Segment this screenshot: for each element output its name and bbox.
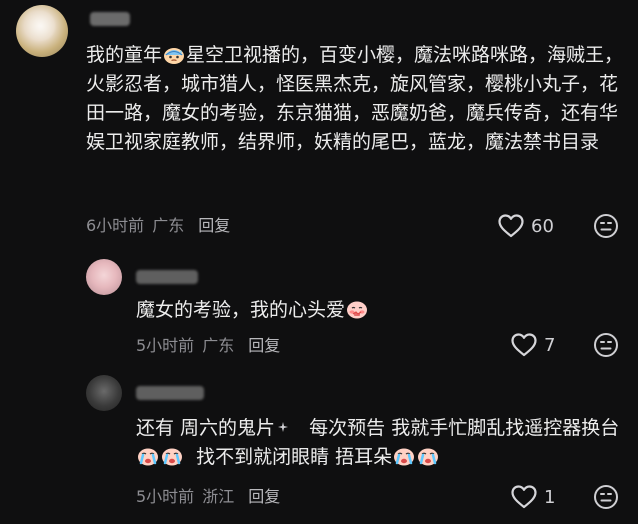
sweat-face-emoji [163, 44, 185, 64]
like-button[interactable]: 1 [510, 484, 555, 510]
dislike-button[interactable] [593, 332, 619, 358]
avatar[interactable] [86, 375, 122, 411]
sparkle-icon [277, 421, 289, 433]
comment-meta: 5小时前 浙江 回复 [136, 487, 280, 507]
like-button[interactable]: 7 [510, 332, 555, 358]
heart-outline-icon [510, 484, 538, 510]
comment-thread: 我的童年 星空卫视播的，百变小樱，魔法咪路咪路，海贼王，火影忍者，城市猎人，怪医… [0, 0, 638, 524]
comment-location: 广东 [202, 336, 235, 355]
like-count: 1 [544, 486, 556, 508]
comment-text: 魔女的考验，我的心头爱 [136, 296, 606, 325]
like-button[interactable]: 60 [497, 213, 554, 239]
comment-text: 还有 周六的鬼片 每次预告 我就手忙脚乱找遥控器换台 找不到就闭眼睛 捂耳朵 [136, 414, 626, 472]
comment-meta: 5小时前 广东 回复 [136, 336, 280, 356]
crying-face-emoji [417, 446, 439, 466]
comment-text-part: 每次预告 我就手忙脚乱找遥控器换台 [309, 417, 620, 439]
reply-button[interactable]: 回复 [198, 216, 230, 235]
username-blurred[interactable] [90, 12, 130, 26]
username-blurred[interactable] [136, 386, 204, 400]
comment-time: 6小时前 [86, 216, 145, 235]
crying-face-emoji [161, 446, 183, 466]
comment-text-part: 找不到就闭眼睛 捂耳朵 [196, 446, 393, 468]
frown-face-icon [593, 332, 619, 358]
reply-button[interactable]: 回复 [248, 336, 280, 355]
comment-text-part: 我的童年 [86, 44, 163, 66]
comment-location: 浙江 [202, 487, 235, 506]
dislike-button[interactable] [593, 484, 619, 510]
like-count: 60 [531, 215, 554, 237]
comment-location: 广东 [152, 216, 185, 235]
username-blurred[interactable] [136, 270, 198, 284]
comment-time: 5小时前 [136, 336, 195, 355]
crying-face-emoji [137, 446, 159, 466]
like-count: 7 [544, 334, 556, 356]
shy-face-emoji [346, 299, 368, 319]
avatar[interactable] [16, 5, 68, 57]
reply-button[interactable]: 回复 [248, 487, 280, 506]
avatar[interactable] [86, 259, 122, 295]
comment-text-part: 还有 周六的鬼片 [136, 417, 276, 439]
crying-face-emoji [393, 446, 415, 466]
dislike-button[interactable] [593, 213, 619, 239]
heart-outline-icon [497, 213, 525, 239]
comment-time: 5小时前 [136, 487, 195, 506]
comment-text-part: 魔女的考验，我的心头爱 [136, 299, 346, 321]
comment-meta: 6小时前 广东 回复 [86, 216, 230, 236]
comment-text: 我的童年 星空卫视播的，百变小樱，魔法咪路咪路，海贼王，火影忍者，城市猎人，怪医… [86, 41, 626, 157]
heart-outline-icon [510, 332, 538, 358]
frown-face-icon [593, 484, 619, 510]
frown-face-icon [593, 213, 619, 239]
